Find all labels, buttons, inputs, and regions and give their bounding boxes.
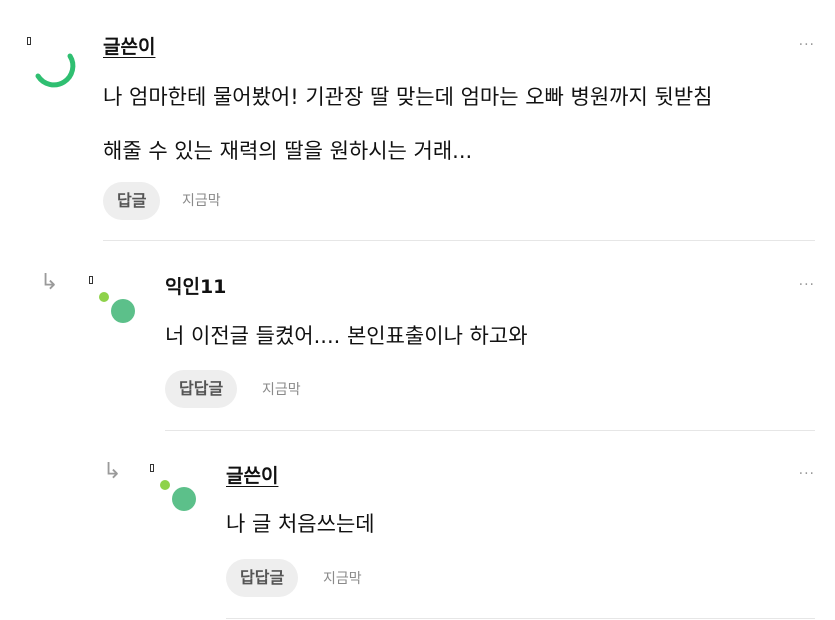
avatar-marker: [150, 464, 154, 472]
avatar: [99, 292, 135, 323]
comment-author[interactable]: 글쓴이: [226, 464, 278, 488]
comment-divider: [165, 430, 815, 431]
reply-arrow-icon: ↳: [40, 270, 59, 295]
more-options-icon[interactable]: ···: [799, 38, 815, 52]
avatar-marker: [27, 37, 31, 45]
comment-author[interactable]: 익인11: [165, 275, 226, 299]
avatar: [160, 480, 196, 511]
comment-divider: [103, 240, 815, 241]
comment-divider: [226, 618, 815, 619]
loading-spinner-icon: [35, 53, 76, 88]
comment-timestamp: 지금막: [262, 382, 301, 398]
comment-body-line: 나 글 처음쓰는데: [226, 512, 375, 536]
more-options-icon[interactable]: ···: [799, 278, 815, 292]
comment-body-line: 나 엄마한테 물어봤어! 기관장 딸 맞는데 엄마는 오빠 병원까지 뒷받침: [103, 85, 713, 109]
comment-timestamp: 지금막: [323, 571, 362, 587]
reply-button[interactable]: 답글: [103, 182, 161, 220]
reply-arrow-icon: ↳: [103, 459, 122, 484]
comment-timestamp: 지금막: [182, 193, 221, 209]
avatar-marker: [89, 276, 93, 284]
reply-button[interactable]: 답답글: [226, 559, 299, 597]
comment-body-line: 너 이전글 들켰어.... 본인표출이나 하고와: [165, 324, 528, 348]
comment-author[interactable]: 글쓴이: [103, 35, 155, 59]
reply-button[interactable]: 답답글: [165, 370, 238, 408]
more-options-icon[interactable]: ···: [799, 467, 815, 481]
comment-body-line: 해줄 수 있는 재력의 딸을 원하시는 거래...: [103, 139, 473, 163]
